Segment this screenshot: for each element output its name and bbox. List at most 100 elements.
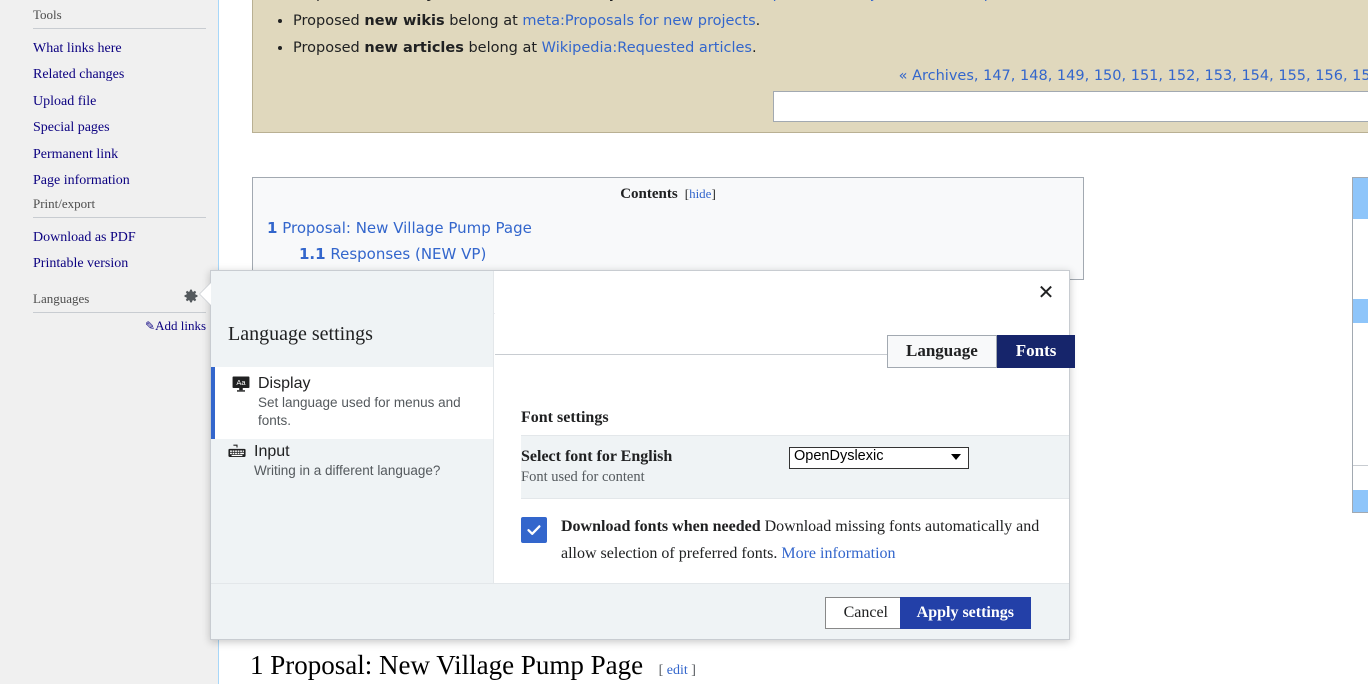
keyboard-icon: [228, 444, 246, 459]
text: Proposed: [293, 40, 365, 56]
print-link-list: Download as PDF Printable version: [0, 225, 218, 278]
sidebar-item-permanent-link[interactable]: Permanent link: [0, 142, 218, 168]
archive-link-153[interactable]: 153: [1205, 68, 1233, 84]
cancel-button[interactable]: Cancel: [824, 597, 907, 629]
text: ,: [1158, 68, 1168, 84]
text: .: [755, 13, 761, 29]
text: belong at: [463, 40, 542, 56]
toc-hide-link[interactable]: hide: [689, 186, 711, 201]
close-icon[interactable]: ✕: [1033, 279, 1059, 305]
apply-settings-button[interactable]: Apply settings: [899, 597, 1031, 629]
sidebar-item-download-as-pdf[interactable]: Download as PDF: [0, 225, 218, 251]
archives-row: « Archives, 147, 148, 149, 150, 151, 152…: [267, 68, 1368, 84]
archive-link-151[interactable]: 151: [1131, 68, 1159, 84]
text: ,: [1047, 68, 1057, 84]
notice-bullet-list: Proposed WikiProjects or task forces may…: [267, 0, 1368, 62]
archive-link-149[interactable]: 149: [1057, 68, 1085, 84]
panel-view-edit-links[interactable]: view · ed: [1353, 490, 1368, 512]
edit-link[interactable]: edit: [667, 663, 688, 678]
archive-link-154[interactable]: 154: [1241, 68, 1269, 84]
display-monitor-icon: Aa: [232, 376, 250, 392]
search-input[interactable]: [772, 91, 1368, 122]
text: ,: [1084, 68, 1094, 84]
text-bold: new wikis: [364, 13, 445, 29]
pencil-icon: ✎: [145, 319, 156, 333]
divider: [33, 28, 206, 29]
list-item: Proposed WikiProjects or task forces may…: [293, 0, 1368, 8]
languages-heading: Languages: [33, 291, 90, 306]
tools-link-list: What links here Related changes Upload f…: [0, 36, 218, 194]
archive-link-152[interactable]: 152: [1168, 68, 1196, 84]
dialog-tabs-row: Language Fonts: [495, 335, 1076, 369]
village-pump-search-row: Search all village: [267, 91, 1368, 122]
select-font-description: Font used for content: [521, 469, 645, 485]
menu-item-description: Writing in a different language?: [254, 463, 441, 478]
menu-item-input[interactable]: Input Writing in a different language?: [211, 435, 493, 489]
toc-item-label: Responses (NEW VP): [330, 245, 487, 263]
tools-heading: Tools: [33, 7, 62, 22]
text-bold: task forces: [491, 0, 582, 2]
font-select-dropdown[interactable]: OpenDyslexic: [789, 447, 969, 469]
page-title: 1 Proposal: New Village Pump Page: [250, 650, 644, 680]
download-fonts-checkbox[interactable]: [521, 517, 547, 543]
more-information-link[interactable]: More information: [781, 545, 895, 562]
archives-link[interactable]: « Archives,: [899, 68, 984, 84]
sidebar-item-special-pages[interactable]: Special pages: [0, 115, 218, 141]
language-settings-dialog: ✕ Language settings Aa Display Set langu…: [200, 270, 1076, 640]
section-heading: 1 Proposal: New Village Pump Page [ edit…: [250, 650, 1250, 684]
text-bold: WikiProjects: [364, 0, 466, 2]
list-item: Proposed new wikis belong at meta:Propos…: [293, 8, 1368, 35]
menu-item-description: Set language used for menus and fonts.: [258, 395, 461, 428]
dialog-title: Language settings: [228, 323, 373, 345]
add-links-button[interactable]: Add links: [155, 318, 206, 333]
archive-link-157[interactable]: 157: [1352, 68, 1368, 84]
toc-item-1[interactable]: 1 Proposal: New Village Pump Page: [263, 215, 1073, 241]
toc-item-number: 1: [267, 219, 278, 237]
download-fonts-label: Download fonts when needed: [561, 518, 761, 535]
download-fonts-row: Download fonts when needed Download miss…: [521, 513, 1043, 567]
meta-proposals-link[interactable]: meta:Proposals for new projects: [522, 13, 755, 29]
add-links-row: ✎Add links: [0, 318, 218, 335]
dialog-sidebar: Language settings Aa Display Set languag…: [211, 271, 494, 583]
toc-item-number: 1.1: [299, 245, 326, 263]
sidebar-item-page-information[interactable]: Page information: [0, 168, 218, 194]
panel-footnote: For a listing: [1353, 465, 1368, 490]
panel-header: Proposals: po: [1353, 299, 1368, 323]
village-pump-notice-box: Proposed WikiProjects or task forces may…: [252, 0, 1368, 133]
toc-hide-toggle[interactable]: [hide]: [681, 186, 716, 201]
text: .: [751, 40, 757, 56]
archive-link-155[interactable]: 155: [1278, 68, 1306, 84]
sidebar-item-what-links-here[interactable]: What links here: [0, 36, 218, 62]
list-item: Proposed new articles belong at Wikipedi…: [293, 35, 1368, 62]
gear-icon[interactable]: [183, 288, 199, 304]
tab-language[interactable]: Language: [887, 335, 997, 368]
tab-fonts[interactable]: Fonts: [996, 335, 1076, 368]
font-settings-heading: Font settings: [521, 409, 609, 426]
dialog-footer: Cancel Apply settings: [211, 583, 1069, 639]
sidebar-item-printable-version[interactable]: Printable version: [0, 251, 218, 277]
text-bold: new articles: [364, 40, 464, 56]
requested-articles-link[interactable]: Wikipedia:Requested articles: [542, 40, 752, 56]
archive-link-156[interactable]: 156: [1315, 68, 1343, 84]
toc-item-label: Proposal: New Village Pump Page: [282, 219, 532, 237]
archive-link-150[interactable]: 150: [1094, 68, 1122, 84]
download-fonts-text: Download fonts when needed Download miss…: [561, 513, 1043, 567]
archive-link-147[interactable]: 147: [983, 68, 1011, 84]
sidebar-item-upload-file[interactable]: Upload file: [0, 89, 218, 115]
wikiproject-council-link[interactable]: Wikipedia:WikiProject Council/Proposals: [742, 0, 1030, 2]
text: ,: [1010, 68, 1021, 84]
panel-blank-area: [1353, 219, 1368, 299]
toc-title: Contents [hide]: [263, 186, 1073, 203]
panel-top-bar: [1353, 178, 1368, 219]
divider: [33, 217, 206, 218]
font-select-value: OpenDyslexic: [794, 448, 884, 464]
menu-item-display[interactable]: Aa Display Set language used for menus a…: [211, 367, 493, 439]
dialog-pointer: [200, 283, 211, 305]
archive-link-148[interactable]: 148: [1020, 68, 1048, 84]
toc-item-1-1[interactable]: 1.1 Responses (NEW VP): [263, 241, 1073, 267]
edit-section-link[interactable]: [ edit ]: [659, 663, 696, 678]
sidebar-item-related-changes[interactable]: Related changes: [0, 62, 218, 88]
text: ,: [1195, 68, 1205, 84]
text: may be submitted at: [581, 0, 742, 2]
text: .: [1030, 0, 1035, 2]
